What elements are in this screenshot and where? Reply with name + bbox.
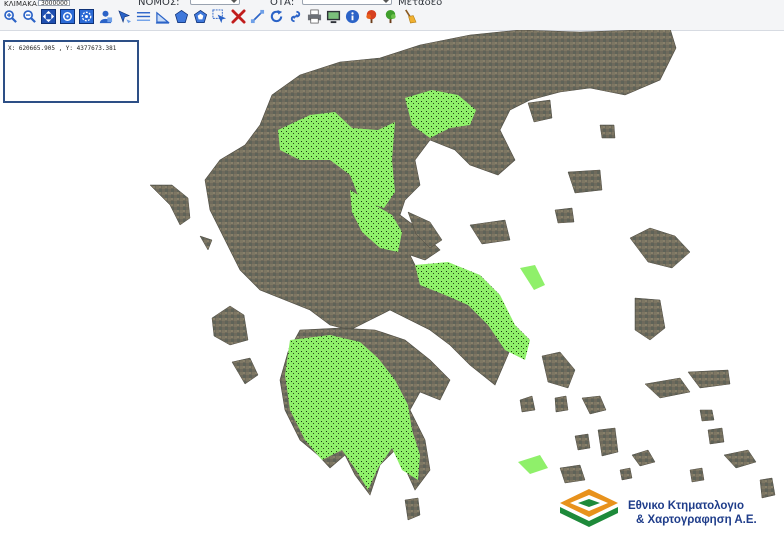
island-skiathos: [469, 219, 511, 245]
delete-x-icon: [231, 9, 246, 24]
scale-label: ΚΛΙΜΑΚΑ:: [4, 0, 40, 8]
zoom-in-button[interactable]: [3, 9, 18, 24]
identify-pointer-button[interactable]: [117, 9, 132, 24]
edit-vertex-icon: [250, 9, 265, 24]
map-canvas[interactable]: [0, 30, 784, 534]
link-icon: [290, 10, 301, 23]
island-zakynthos: [231, 357, 259, 385]
zoom-out-button[interactable]: [22, 9, 37, 24]
island-naxos: [597, 427, 619, 457]
island-skyros: [554, 207, 575, 224]
forest-patch-crete: [518, 455, 548, 474]
island-dodecanese-2: [699, 409, 715, 422]
forest-green-button[interactable]: [383, 9, 398, 24]
island-chios: [634, 297, 666, 341]
zoom-center-icon: [79, 9, 94, 24]
island-kythira: [404, 497, 421, 521]
link-button[interactable]: [288, 9, 303, 24]
edit-vertex-button[interactable]: [250, 9, 265, 24]
forest-red-icon: [366, 9, 377, 24]
measure-area-button[interactable]: [155, 9, 170, 24]
logo-mark-icon: [560, 489, 618, 527]
island-dodecanese-1: [631, 449, 656, 467]
coordinate-readout: X: 620665.905 , Y: 4377673.381: [3, 40, 139, 103]
ota-select[interactable]: [302, 0, 392, 5]
island-thasos: [527, 99, 553, 123]
metadata-label[interactable]: Μεταδεδ: [398, 0, 442, 8]
screen-icon: [326, 10, 341, 24]
ota-label: ΟΤΑ:: [270, 0, 295, 8]
forest-red-button[interactable]: [364, 9, 379, 24]
broom-icon: [405, 9, 417, 24]
zoom-in-icon: [4, 10, 17, 23]
island-lefkada: [199, 235, 213, 251]
island-mykonos: [554, 395, 569, 413]
screen-button[interactable]: [326, 9, 341, 24]
refresh-icon: [270, 9, 283, 23]
select-arrow-button[interactable]: [212, 9, 227, 24]
broom-button[interactable]: [402, 9, 417, 24]
island-lemnos: [567, 169, 603, 194]
map-toolbar: ΚΛΙΜΑΚΑ: 3000000 ΝΟΜΟΣ: ΟΤΑ: Μεταδεδ: [0, 0, 784, 31]
logo-text-line1: Εθνικο Κτηματολογιο: [628, 500, 745, 512]
zoom-center-button[interactable]: [79, 9, 94, 24]
scale-value: 3000000: [41, 0, 68, 7]
island-samos: [644, 377, 691, 399]
full-extent-button[interactable]: [41, 9, 56, 24]
island-paros: [574, 433, 591, 451]
info-button[interactable]: [345, 9, 360, 24]
multi-polygon-icon: [193, 9, 208, 23]
user-locate-icon: [99, 10, 113, 24]
forest-patch-east: [520, 265, 545, 290]
identify-pointer-icon: [118, 10, 132, 24]
polygon-icon: [174, 9, 189, 23]
zoom-box-icon: [60, 9, 75, 24]
island-small-1: [619, 467, 633, 481]
layers-icon: [136, 12, 151, 21]
island-small-2: [689, 467, 705, 483]
layers-button[interactable]: [136, 9, 151, 24]
island-milos: [519, 395, 536, 413]
island-corfu: [149, 184, 191, 226]
zoom-out-icon: [23, 10, 36, 23]
full-extent-icon: [41, 9, 56, 24]
island-samothrace: [599, 124, 616, 139]
info-icon: [345, 9, 360, 24]
polygon-button[interactable]: [174, 9, 189, 24]
island-crete-west: [559, 464, 586, 484]
scale-input[interactable]: 3000000: [38, 0, 70, 7]
ktimatologio-logo: Εθνικο Κτηματολογιο & Χαρτογραφηση Α.Ε.: [556, 482, 782, 532]
island-syros: [581, 395, 607, 415]
multi-polygon-button[interactable]: [193, 9, 208, 24]
print-button[interactable]: [307, 9, 322, 24]
island-rhodes: [723, 449, 757, 469]
user-locate-button[interactable]: [98, 9, 113, 24]
logo-text-line2: & Χαρτογραφηση Α.Ε.: [636, 514, 757, 526]
refresh-button[interactable]: [269, 9, 284, 24]
select-arrow-icon: [212, 9, 227, 24]
zoom-box-button[interactable]: [60, 9, 75, 24]
island-kos: [707, 427, 725, 445]
island-lesbos: [629, 227, 691, 269]
coordinate-text: X: 620665.905 , Y: 4377673.381: [8, 45, 117, 52]
delete-button[interactable]: [231, 9, 246, 24]
island-andros: [541, 351, 576, 389]
greece-map: [149, 30, 776, 521]
mainland-greece: [204, 30, 677, 386]
prefecture-select[interactable]: [190, 0, 240, 5]
forest-green-icon: [385, 9, 396, 24]
prefecture-label: ΝΟΜΟΣ:: [138, 0, 180, 8]
island-ikaria: [687, 369, 731, 389]
island-kefalonia: [211, 305, 249, 346]
measure-area-icon: [155, 11, 170, 24]
print-icon: [307, 9, 322, 24]
